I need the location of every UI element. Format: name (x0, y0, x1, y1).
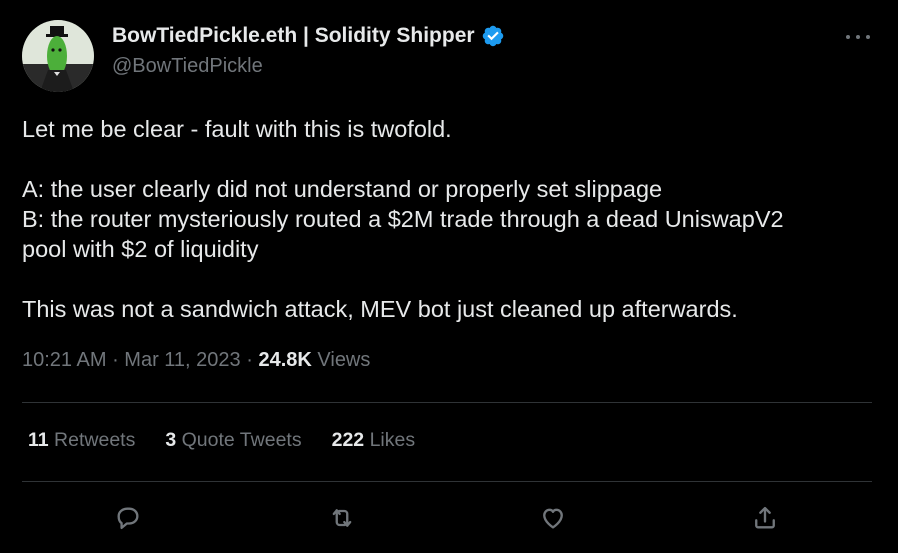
retweets-count: 11 (28, 429, 49, 451)
retweet-button[interactable] (322, 498, 362, 538)
tweet-line: pool with $2 of liquidity (22, 236, 259, 262)
share-button[interactable] (745, 498, 785, 538)
quote-tweets-stat[interactable]: 3 Quote Tweets (165, 429, 301, 452)
action-bar (0, 498, 898, 538)
more-dot (846, 35, 850, 39)
share-icon (755, 506, 775, 529)
pickle-avatar-icon (22, 20, 94, 92)
retweets-label: Retweets (54, 429, 136, 451)
more-dot (866, 35, 870, 39)
more-dot (856, 35, 860, 39)
verified-badge-icon[interactable] (481, 24, 505, 48)
more-options-icon[interactable] (846, 26, 870, 48)
views-label: Views (317, 349, 371, 371)
author-handle[interactable]: @BowTiedPickle (112, 55, 263, 78)
tweet-text: Let me be clear - fault with this is two… (22, 114, 882, 324)
tweet-date[interactable]: Mar 11, 2023 (124, 349, 240, 371)
quotes-count: 3 (165, 429, 177, 451)
tweet-stats: 11 Retweets 3 Quote Tweets 222 Likes (28, 429, 445, 452)
divider (22, 481, 872, 482)
reply-icon (117, 507, 139, 530)
meta-separator: · (246, 349, 259, 371)
like-button[interactable] (533, 498, 573, 538)
quotes-label: Quote Tweets (181, 429, 302, 451)
display-name[interactable]: BowTiedPickle.eth | Solidity Shipper (112, 24, 475, 48)
likes-label: Likes (369, 429, 416, 451)
meta-separator: · (112, 349, 125, 371)
retweet-icon (332, 509, 352, 527)
divider (22, 402, 872, 403)
likes-stat[interactable]: 222 Likes (332, 429, 416, 452)
reply-button[interactable] (108, 498, 148, 538)
tweet-line: B: the router mysteriously routed a $2M … (22, 206, 784, 232)
tweet-line: A: the user clearly did not understand o… (22, 176, 663, 202)
avatar[interactable] (22, 20, 94, 92)
author-name-row: BowTiedPickle.eth | Solidity Shipper (112, 24, 505, 48)
tweet-meta: 10:21 AM · Mar 11, 2023 · 24.8K Views (22, 349, 370, 372)
views-count: 24.8K (258, 349, 312, 371)
tweet-line: Let me be clear - fault with this is two… (22, 116, 452, 142)
tweet-card: BowTiedPickle.eth | Solidity Shipper @Bo… (0, 0, 898, 553)
retweets-stat[interactable]: 11 Retweets (28, 429, 135, 452)
heart-icon (543, 508, 563, 529)
tweet-time[interactable]: 10:21 AM (22, 349, 107, 371)
tweet-line: This was not a sandwich attack, MEV bot … (22, 296, 738, 322)
likes-count: 222 (331, 429, 365, 451)
